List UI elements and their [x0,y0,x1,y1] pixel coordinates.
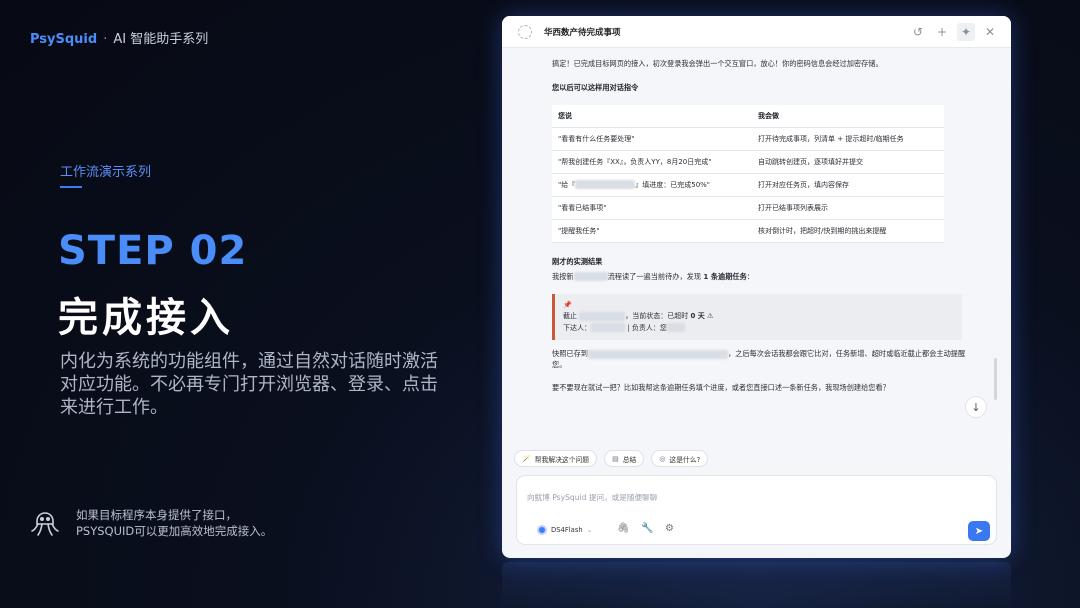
result-mid: 流程读了一遍当前待办，发现 [607,271,704,281]
task-deadline-line: 截止 ，当前状态：已超时 0 天 ⚠ [563,311,954,323]
warning-icon: ⚠ [707,312,714,320]
attachment-icon[interactable]: 🖇 [617,523,630,534]
title-bar: 华西数产待完成事项 ↺ + ✦ ✕ [502,16,1011,48]
page-title: 完成接入 [58,295,234,341]
send-button[interactable]: ➤ [968,521,990,541]
send-icon: ➤ [974,525,984,537]
chat-input-placeholder[interactable]: 向鱿博 PsySquid 提问，或是随便聊聊 [527,492,657,503]
table-row: "给『 』填进度：已完成50%" 打开对应任务页，填内容保存 [552,173,944,197]
column-header-you-say: 您说 [552,105,752,128]
slide-description: 内化为系统的功能组件，通过自然对话随时激活对应功能。不必再专门打开浏览器、登录、… [60,351,438,418]
model-name: DS4Flash [551,526,583,534]
wrench-icon[interactable]: 🔧 [641,523,653,534]
issuer-label: 下达人： [563,323,591,332]
quick-action-label: 帮我解决这个问题 [534,455,590,464]
table-cell: "看看有什么任务要处理" [552,127,752,151]
result-prefix: 我按新 [552,271,574,281]
redacted-text [591,323,625,332]
brand-separator: · [103,32,108,47]
footnote-text: 如果目标程序本身提供了接口， PSYSQUID可以更加高效地完成接入。 [76,507,272,539]
redacted-text [575,180,636,189]
series-underline [60,186,82,188]
plus-icon[interactable]: + [933,23,951,41]
result-summary: 我按新 流程读了一遍当前待办，发现 1 条逾期任务： [552,271,973,282]
intro-message: 搞定！已完成目标网页的接入，初次登录我会弹出一个交互窗口，放心！你的密码信息会经… [552,59,883,68]
arrow-down-icon: ↓ [971,400,981,414]
table-header-row: 您说 我会做 [552,105,944,128]
magic-wand-icon: 🪄 [522,454,531,463]
table-row: "提醒我任务" 核对倒计时，把超时/快到期的挑出来提醒 [552,219,944,243]
window-title: 华西数产待完成事项 [544,27,621,38]
window-reflection [502,562,1011,608]
step-title: STEP 02 [58,228,248,274]
settings-icon[interactable]: ⚙ [665,523,674,534]
quick-action-label: 这是什么? [669,455,701,464]
table-row: "帮我创建任务『XX』，负责人YY，8月20日完成" 自动跳转创建页，逐项填好并… [552,150,944,174]
question-message: 要不要现在就试一把？比如我帮这条逾期任务填个进度，或者您直接口述一条新任务，我现… [552,383,890,392]
document-icon: ▤ [612,454,619,463]
pin-icon[interactable]: ✦ [957,22,975,41]
footnote-line-1: 如果目标程序本身提供了接口， [76,508,237,522]
task-people-line: 下达人： | 负责人：您 [563,323,954,335]
overdue-task-card: 📌 截止 ，当前状态：已超时 0 天 ⚠ 下达人： | 负责人：您 [552,293,962,340]
table-cell-suffix: 』填进度：已完成50%" [635,180,711,189]
column-header-i-do: 我会做 [752,105,944,128]
assistant-window: 华西数产待完成事项 ↺ + ✦ ✕ 搞定！已完成目标网页的接入，初次登录我会弹出… [502,16,1011,558]
quick-action-label: 总结 [622,455,637,464]
brand-header: PsySquid · AI 智能助手系列 [30,28,208,47]
table-cell: 核对倒计时，把超时/快到期的挑出来提醒 [752,219,944,243]
result-heading: 刚才的实测结果 [552,256,603,266]
table-cell: "看看已结事项" [552,196,752,220]
loading-icon [518,24,532,39]
scrollbar[interactable] [994,358,997,400]
redacted-text [573,272,608,281]
table-cell: 自动跳转创建页，逐项填好并提交 [752,150,944,174]
table-cell: 打开对应任务页，填内容保存 [752,173,944,197]
table-cell: 打开待完成事项，列清单 + 提示超时/临期任务 [752,127,944,151]
redacted-text [666,323,685,332]
close-icon[interactable]: ✕ [981,23,999,41]
quick-action-what-button[interactable]: ◎ 这是什么? [651,450,709,467]
table-cell: "帮我创建任务『XX』，负责人YY，8月20日完成" [552,150,752,174]
status-text: ，当前状态：已超时 [625,312,689,320]
brand-subtitle: AI 智能助手系列 [113,32,209,47]
table-row: "看看已结事项" 打开已结事项列表展示 [552,196,944,220]
table-cell-prefix: "给『 [558,180,576,189]
table-cell: 打开已结事项列表展示 [752,196,944,220]
owner-text: | 负责人：您 [627,323,667,332]
commands-table: 您说 我会做 "看看有什么任务要处理" 打开待完成事项，列清单 + 提示超时/临… [552,105,944,243]
chat-content: 搞定！已完成目标网页的接入，初次登录我会弹出一个交互窗口，放心！你的密码信息会经… [502,48,1011,456]
footnote: 如果目标程序本身提供了接口， PSYSQUID可以更加高效地完成接入。 [28,506,272,540]
history-icon[interactable]: ↺ [909,23,927,41]
footnote-line-2: PSYSQUID可以更加高效地完成接入。 [76,524,273,538]
squid-logo-icon [31,512,59,536]
table-row: "看看有什么任务要处理" 打开待完成事项，列清单 + 提示超时/临期任务 [552,127,944,151]
model-icon [537,525,547,535]
snapshot-prefix: 快照已存到 [552,349,588,358]
overdue-days: 0 天 [690,312,705,320]
pin-icon: 📌 [563,300,572,309]
result-suffix: ： [746,271,754,281]
quick-actions: 🪄 帮我解决这个问题 ▤ 总结 ◎ 这是什么? [514,450,709,467]
table-cell: "给『 』填进度：已完成50%" [552,173,752,197]
table-cell: "提醒我任务" [552,219,752,243]
chat-input-box[interactable]: 向鱿博 PsySquid 提问，或是随便聊聊 DS4Flash ⌄ 🖇 🔧 ⚙ … [516,475,997,545]
series-label: 工作流演示系列 [60,165,152,180]
deadline-label: 截止 [563,312,577,320]
chevron-down-icon: ⌄ [586,526,593,534]
quick-action-summary-button[interactable]: ▤ 总结 [604,450,645,467]
redacted-text [579,311,626,321]
brand-name: PsySquid [30,32,98,47]
overdue-count: 1 条逾期任务 [703,271,747,281]
model-selector[interactable]: DS4Flash ⌄ [537,525,592,535]
target-icon: ◎ [659,454,666,463]
commands-heading: 您以后可以这样用对话指令 [552,83,639,92]
redacted-text [587,349,728,359]
scroll-down-button[interactable]: ↓ [965,396,987,418]
snapshot-message: 快照已存到 ，之后每次会话我都会跟它比对，任务新增、超时或临近截止都会主动提醒您。 [552,348,973,370]
quick-action-solve-button[interactable]: 🪄 帮我解决这个问题 [514,450,598,467]
